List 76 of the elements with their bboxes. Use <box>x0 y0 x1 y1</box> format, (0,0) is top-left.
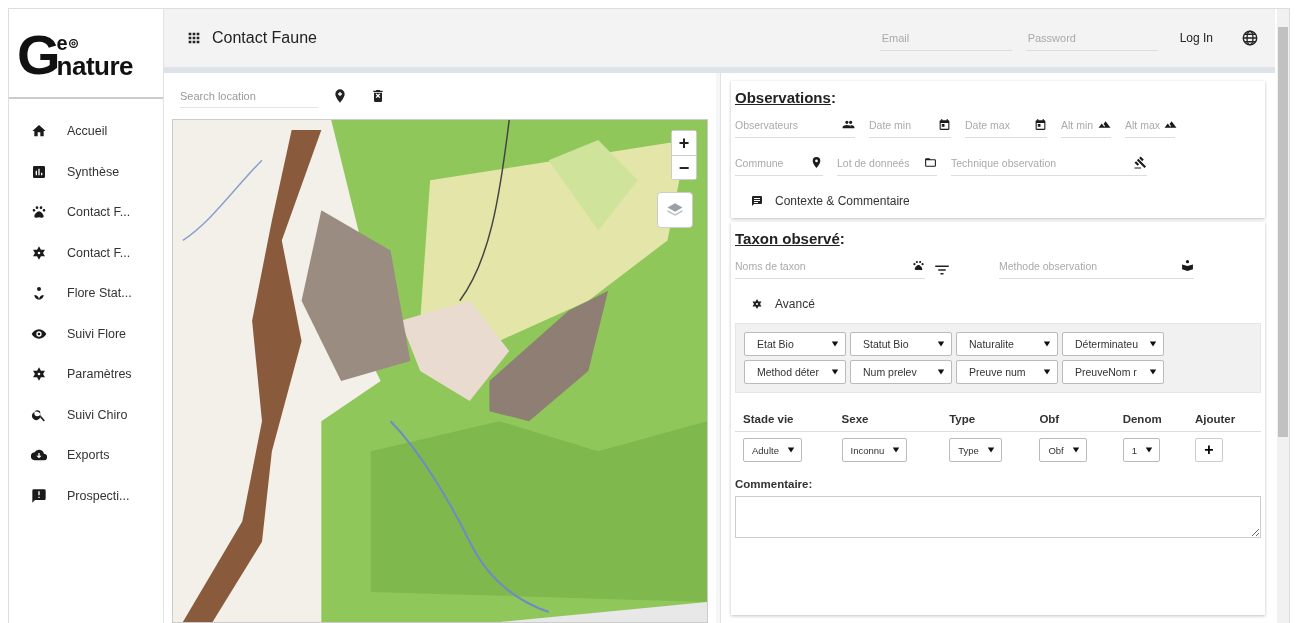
select-dropdown[interactable]: Type <box>949 438 1002 462</box>
select-dropdown[interactable]: Etat Bio <box>744 332 846 356</box>
mountain-icon <box>1098 118 1111 131</box>
context-comment-button[interactable]: Contexte & Commentaire <box>735 190 926 212</box>
page-title: Contact Faune <box>212 29 317 47</box>
caret-icon <box>831 340 839 348</box>
select-dropdown[interactable]: PreuveNom r <box>1062 360 1164 384</box>
select-dropdown[interactable]: Num prelev <box>850 360 952 384</box>
chart-icon <box>31 163 47 180</box>
paw-icon <box>912 259 925 272</box>
email-field[interactable]: Email <box>879 25 1012 51</box>
column-header: Stade vie <box>735 409 834 432</box>
sidebar-item[interactable]: Accueil <box>9 111 163 152</box>
location-pin-icon <box>810 156 823 169</box>
sidebar-item[interactable]: Synthèse <box>9 151 163 192</box>
gavel-icon <box>1134 156 1147 169</box>
section-title: Observations: <box>735 89 837 106</box>
sidebar-item[interactable]: Prospecti... <box>9 475 163 516</box>
sidebar-item[interactable]: Suivi Flore <box>9 313 163 354</box>
layers-button[interactable] <box>657 192 693 228</box>
caret-icon <box>937 368 945 376</box>
comment-icon <box>751 195 763 207</box>
folder-icon <box>924 156 937 169</box>
sidebar-item[interactable]: Flore Stat... <box>9 273 163 314</box>
caret-icon <box>1149 340 1157 348</box>
delete-icon[interactable] <box>370 88 386 104</box>
calendar-icon <box>938 118 951 131</box>
book-icon <box>1181 259 1194 272</box>
globe-icon[interactable] <box>1241 29 1259 47</box>
column-header: Obf <box>1031 409 1115 432</box>
column-header: Sexe <box>833 409 942 432</box>
caret-icon <box>1149 368 1157 376</box>
paw-icon <box>31 204 47 221</box>
add-location-icon[interactable] <box>332 88 348 104</box>
caret-icon <box>786 446 795 454</box>
scrollbar[interactable] <box>1277 9 1289 623</box>
comment-alert-icon <box>31 487 47 504</box>
column-header: Ajouter <box>1186 409 1261 432</box>
caret-icon <box>831 368 839 376</box>
sidebar-item[interactable]: Paramètres <box>9 354 163 395</box>
settings-icon <box>751 298 763 310</box>
gear-icon <box>31 244 47 261</box>
section-title: Taxon observé: <box>735 230 846 247</box>
caret-icon <box>1043 368 1051 376</box>
select-dropdown[interactable]: Statut Bio <box>850 332 952 356</box>
settings-icon <box>31 366 47 383</box>
comment-label: Commentaire: <box>735 478 814 490</box>
password-field[interactable]: Password <box>1025 25 1158 51</box>
caret-icon <box>1144 446 1153 454</box>
people-icon <box>842 118 855 131</box>
add-button[interactable]: + <box>1194 438 1223 462</box>
sidebar-item[interactable]: Exports <box>9 435 163 476</box>
sidebar-item[interactable]: Contact F... <box>9 192 163 233</box>
column-header: Type <box>941 409 1032 432</box>
select-dropdown[interactable]: 1 <box>1122 438 1160 462</box>
mountain-icon <box>1164 118 1177 131</box>
select-dropdown[interactable]: Obf <box>1039 438 1087 462</box>
login-button[interactable]: Log In <box>1171 25 1221 51</box>
column-header: Denom <box>1114 409 1187 432</box>
calendar-icon <box>1034 118 1047 131</box>
sidebar-item[interactable]: Suivi Chiro <box>9 394 163 435</box>
select-dropdown[interactable]: Inconnu <box>841 438 908 462</box>
select-dropdown[interactable]: Method déter <box>744 360 846 384</box>
caret-icon <box>1043 340 1051 348</box>
caret-icon <box>1071 446 1080 454</box>
apps-grid-icon[interactable] <box>186 30 202 46</box>
select-dropdown[interactable]: Naturalite <box>956 332 1058 356</box>
sidebar-item[interactable]: Contact F... <box>9 232 163 273</box>
advanced-button[interactable]: Avancé <box>735 293 831 315</box>
zoom-out-button[interactable]: − <box>672 155 696 179</box>
caret-icon <box>892 446 901 454</box>
select-dropdown[interactable]: Preuve num <box>956 360 1058 384</box>
select-dropdown[interactable]: Déterminateu <box>1062 332 1164 356</box>
caret-icon <box>937 340 945 348</box>
caret-icon <box>986 446 995 454</box>
select-dropdown[interactable]: Adulte <box>743 438 802 462</box>
